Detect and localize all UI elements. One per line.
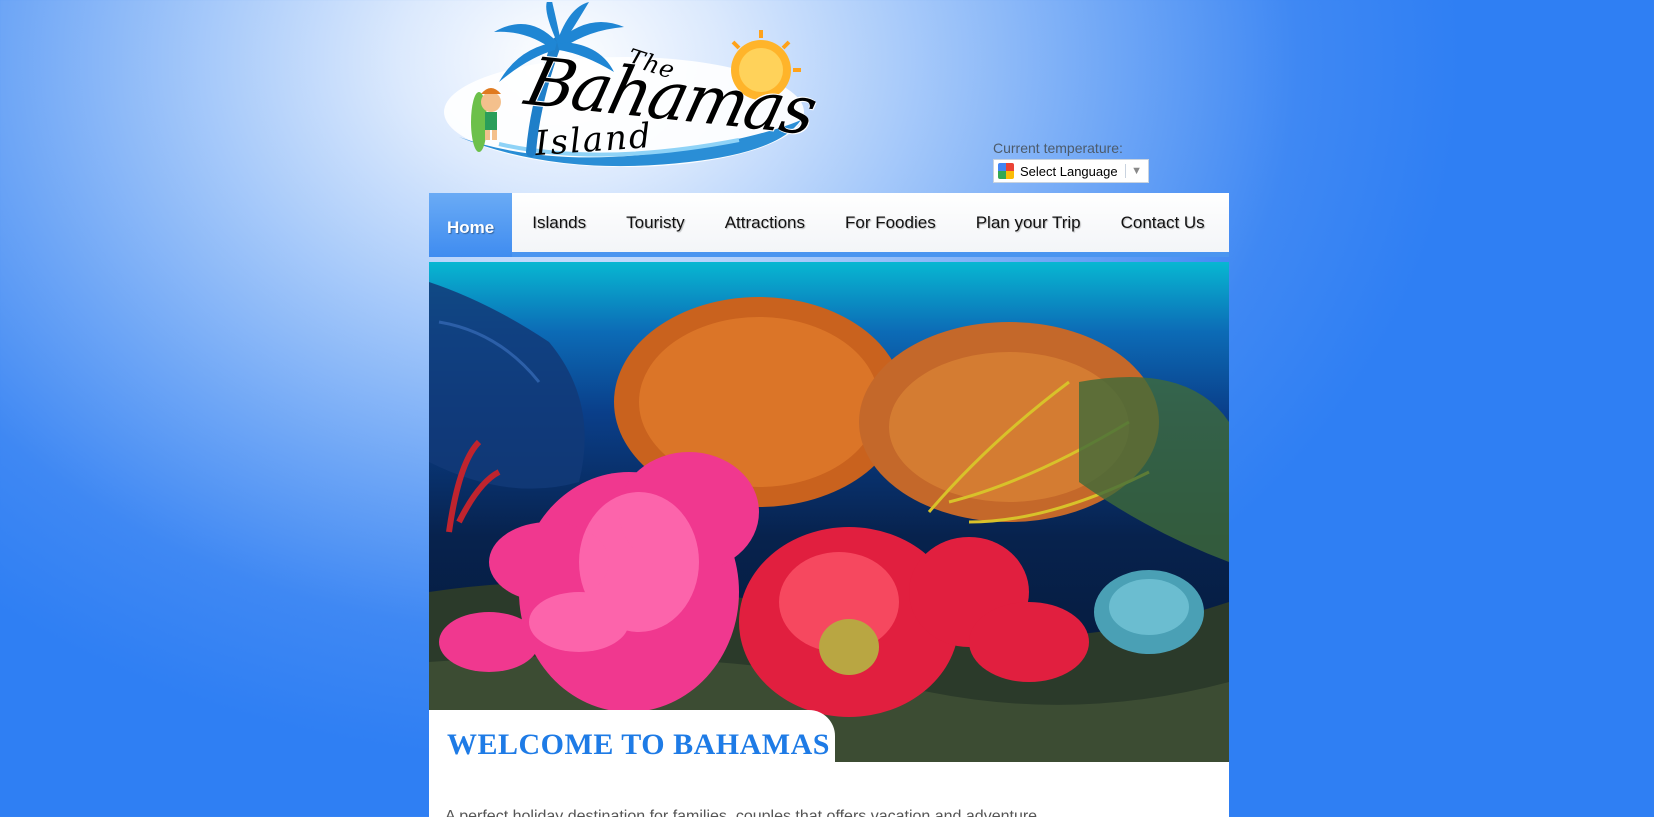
nav-item-plan-your-trip[interactable]: Plan your Trip <box>956 193 1101 252</box>
site-logo[interactable]: The Bahamas Island <box>439 2 823 172</box>
dropdown-arrow-icon: ▼ <box>1131 165 1142 177</box>
coral-reef-image <box>429 282 1229 762</box>
intro-text: A perfect holiday destination for famili… <box>445 808 1038 817</box>
language-select-label: Select Language <box>1020 163 1118 179</box>
content-area: A perfect holiday destination for famili… <box>429 762 1229 817</box>
language-select[interactable]: Select Language ▼ <box>993 159 1149 183</box>
nav-item-contact-us[interactable]: Contact Us <box>1101 193 1225 252</box>
welcome-tab: WELCOME TO BAHAMAS <box>429 710 835 770</box>
divider <box>1125 164 1127 178</box>
welcome-title: WELCOME TO BAHAMAS <box>447 728 830 761</box>
nav-item-home[interactable]: Home <box>429 193 513 257</box>
hero-image <box>429 262 1229 762</box>
nav-item-attractions[interactable]: Attractions <box>705 193 825 252</box>
nav-item-touristy[interactable]: Touristy <box>606 193 705 252</box>
logo-island-text: Island <box>533 115 654 165</box>
temperature-label: Current temperature: <box>993 140 1123 156</box>
google-translate-icon <box>998 163 1014 179</box>
main-nav: Home Islands Touristy Attractions For Fo… <box>429 193 1229 257</box>
nav-item-islands[interactable]: Islands <box>512 193 606 252</box>
nav-item-for-foodies[interactable]: For Foodies <box>825 193 956 252</box>
page-container: The Bahamas Island Current temperature: … <box>429 0 1229 817</box>
